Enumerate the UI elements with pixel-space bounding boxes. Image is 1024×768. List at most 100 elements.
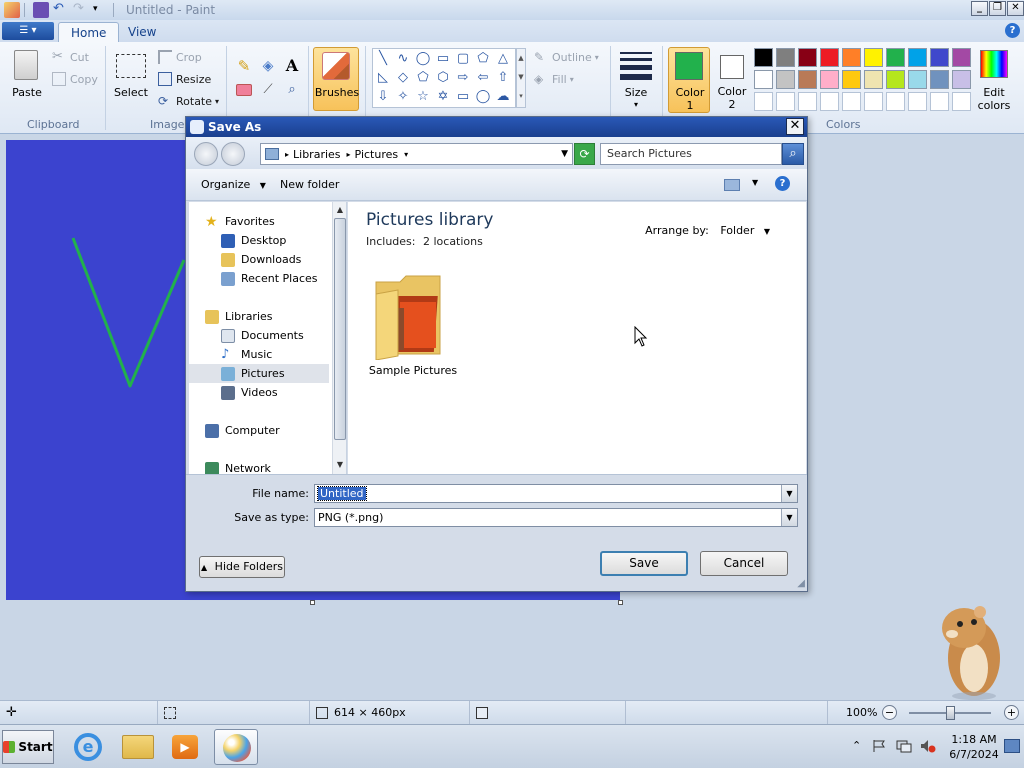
includes-link[interactable]: 2 locations — [423, 235, 483, 248]
custom-color-slot[interactable] — [864, 92, 883, 111]
six-point-star-shape-icon[interactable]: ✡ — [435, 89, 451, 105]
nav-item-music[interactable]: ♪ Music — [221, 345, 346, 364]
nav-scrollbar[interactable]: ▲ ▼ — [332, 202, 346, 474]
file-name-field[interactable]: Untitled ▼ — [314, 484, 798, 503]
scroll-thumb[interactable] — [334, 218, 346, 440]
new-folder-button[interactable]: New folder — [280, 178, 339, 191]
refresh-button[interactable]: ⟳ — [574, 143, 595, 165]
left-arrow-shape-icon[interactable]: ⇦ — [475, 70, 491, 86]
forward-button[interactable] — [221, 142, 245, 166]
fill-bucket-icon[interactable]: ◈ — [258, 56, 278, 76]
triangle-shape-icon[interactable]: △ — [495, 51, 511, 67]
size-button[interactable]: Size ▾ — [616, 48, 656, 112]
zoom-slider-thumb[interactable] — [946, 706, 955, 720]
palette-swatch[interactable] — [886, 70, 905, 89]
palette-swatch[interactable] — [908, 70, 927, 89]
network-tray-icon[interactable] — [896, 739, 912, 753]
scroll-down-icon[interactable]: ▼ — [334, 458, 346, 472]
tab-view[interactable]: View — [116, 22, 168, 42]
four-point-star-shape-icon[interactable]: ✧ — [395, 89, 411, 105]
pencil-icon[interactable]: ✎ — [234, 56, 254, 76]
palette-swatch[interactable] — [930, 48, 949, 67]
pentagon-shape-icon[interactable]: ⬠ — [415, 70, 431, 86]
nav-item-recent-places[interactable]: Recent Places — [221, 269, 346, 288]
callout-oval-shape-icon[interactable]: ◯ — [475, 89, 491, 105]
down-arrow-shape-icon[interactable]: ⇩ — [375, 89, 391, 105]
shapes-gallery[interactable]: ╲ ∿ ◯ ▭ ▢ ⬠ △ ◺ ◇ ⬠ ⬡ ⇨ ⇦ ⇧ ⇩ ✧ ☆ ✡ ▭ ◯ … — [372, 48, 516, 108]
taskbar-internet-explorer[interactable]: e — [66, 729, 110, 765]
palette-swatch[interactable] — [864, 70, 883, 89]
organize-button[interactable]: Organize ▼ — [201, 178, 266, 191]
back-button[interactable] — [194, 142, 218, 166]
custom-color-slot[interactable] — [754, 92, 773, 111]
folder-sample-pictures[interactable]: Sample Pictures — [369, 264, 457, 378]
text-tool-icon[interactable]: A — [282, 56, 302, 76]
callout-rect-shape-icon[interactable]: ▭ — [455, 89, 471, 105]
resize-grip-icon[interactable]: ◢ — [797, 578, 805, 589]
copy-button[interactable]: Copy — [52, 72, 98, 86]
taskbar-media-player[interactable]: ▶ — [164, 729, 208, 765]
custom-color-slot[interactable] — [952, 92, 971, 111]
save-button[interactable]: Save — [600, 551, 688, 576]
right-arrow-shape-icon[interactable]: ⇨ — [455, 70, 471, 86]
rotate-button[interactable]: ⟳ Rotate ▾ — [158, 94, 219, 108]
cloud-callout-shape-icon[interactable]: ☁ — [495, 89, 511, 105]
palette-swatch[interactable] — [908, 48, 927, 67]
save-type-dropdown-icon[interactable]: ▼ — [781, 509, 797, 526]
tab-home[interactable]: Home — [58, 22, 120, 42]
diamond-shape-icon[interactable]: ◇ — [395, 70, 411, 86]
search-button[interactable]: ⌕ — [782, 143, 804, 165]
palette-swatch[interactable] — [776, 70, 795, 89]
line-shape-icon[interactable]: ╲ — [375, 51, 391, 67]
arrange-dropdown-icon[interactable]: ▼ — [764, 227, 770, 236]
dialog-close-button[interactable]: ✕ — [786, 118, 804, 135]
zoom-out-button[interactable]: − — [882, 705, 897, 720]
file-name-dropdown-icon[interactable]: ▼ — [781, 485, 797, 502]
select-button[interactable]: Select — [112, 48, 150, 108]
cancel-button[interactable]: Cancel — [700, 551, 788, 576]
palette-swatch[interactable] — [952, 48, 971, 67]
view-options-icon[interactable] — [724, 179, 740, 191]
custom-color-slot[interactable] — [820, 92, 839, 111]
system-clock[interactable]: 1:18 AM 6/7/2024 — [946, 732, 1002, 762]
taskbar-paint[interactable] — [214, 729, 258, 765]
custom-color-slot[interactable] — [842, 92, 861, 111]
customize-qat-icon[interactable]: ▾ — [93, 2, 109, 18]
taskbar-file-explorer[interactable] — [116, 729, 160, 765]
palette-swatch[interactable] — [842, 70, 861, 89]
color-picker-icon[interactable]: ⟋ — [258, 80, 278, 100]
nav-item-favorites[interactable]: ★ Favorites — [205, 212, 345, 231]
oval-shape-icon[interactable]: ◯ — [415, 51, 431, 67]
paste-button[interactable]: Paste — [8, 48, 46, 108]
resize-button[interactable]: Resize — [158, 72, 211, 86]
palette-swatch[interactable] — [864, 48, 883, 67]
palette-swatch[interactable] — [930, 70, 949, 89]
nav-item-downloads[interactable]: Downloads — [221, 250, 346, 269]
palette-swatch[interactable] — [798, 70, 817, 89]
restore-button[interactable]: ❐ — [989, 1, 1006, 16]
nav-item-videos[interactable]: Videos — [221, 383, 346, 402]
palette-swatch[interactable] — [776, 48, 795, 67]
scroll-up-icon[interactable]: ▲ — [334, 203, 346, 217]
zoom-in-button[interactable]: + — [1004, 705, 1019, 720]
breadcrumb-libraries[interactable]: Libraries — [293, 148, 341, 161]
custom-color-slot[interactable] — [908, 92, 927, 111]
canvas-resize-handle[interactable] — [618, 600, 623, 605]
custom-color-slot[interactable] — [930, 92, 949, 111]
breadcrumb-pictures[interactable]: Pictures — [355, 148, 399, 161]
shapes-scroll[interactable]: ▲ ▼ ▾ — [516, 48, 526, 108]
address-bar[interactable]: ▸ Libraries ▸ Pictures ▾ ▼ — [260, 143, 573, 165]
rounded-rect-shape-icon[interactable]: ▢ — [455, 51, 471, 67]
magnifier-icon[interactable]: ⌕ — [282, 80, 302, 100]
right-triangle-shape-icon[interactable]: ◺ — [375, 70, 391, 86]
minimize-button[interactable]: _ — [971, 1, 988, 16]
color2-button[interactable]: Color 2 — [712, 47, 752, 113]
palette-swatch[interactable] — [798, 48, 817, 67]
nav-item-computer[interactable]: Computer — [205, 421, 345, 440]
edit-colors-button[interactable]: Edit colors — [974, 48, 1014, 114]
show-desktop-icon[interactable] — [1004, 739, 1020, 753]
up-arrow-shape-icon[interactable]: ⇧ — [495, 70, 511, 86]
help-icon[interactable]: ? — [1005, 23, 1020, 38]
hexagon-shape-icon[interactable]: ⬡ — [435, 70, 451, 86]
nav-item-desktop[interactable]: Desktop — [221, 231, 346, 250]
